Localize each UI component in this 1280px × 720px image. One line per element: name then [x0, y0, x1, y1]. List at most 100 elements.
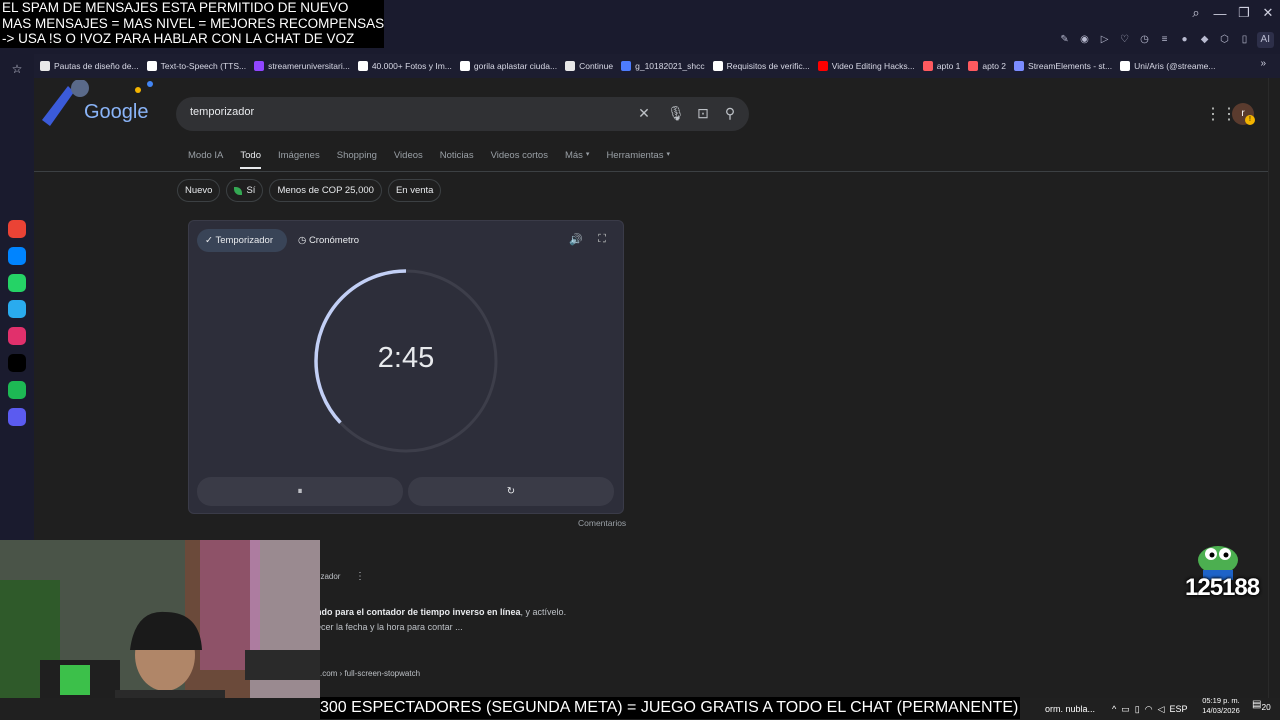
- clock-time: 05:19 p. m.: [1202, 696, 1240, 705]
- bookmark-item[interactable]: StreamElements - st...: [1014, 61, 1112, 71]
- notification-icon[interactable]: ▤20: [1252, 699, 1271, 712]
- bookmark-item[interactable]: Continue: [565, 61, 613, 71]
- tab-herramientas[interactable]: Herramientas: [606, 150, 663, 169]
- dropdown-caret-icon: ▾: [585, 151, 590, 158]
- bookmark-label: Requisitos de verific...: [726, 61, 810, 71]
- lens-icon[interactable]: ⊡: [693, 103, 713, 123]
- language-indicator[interactable]: ESP: [1169, 704, 1187, 714]
- bookmark-item[interactable]: Uni/Aris (@streame...: [1120, 61, 1216, 71]
- ai-button[interactable]: AI: [1256, 32, 1274, 48]
- wifi-icon[interactable]: ◠: [1145, 704, 1153, 715]
- sidebar-icon[interactable]: ▯: [1237, 32, 1253, 48]
- pause-button[interactable]: ⏸: [197, 477, 403, 506]
- profile-icon[interactable]: ●: [1177, 32, 1193, 48]
- fullscreen-icon[interactable]: ⛶: [595, 233, 609, 247]
- battery-icon[interactable]: ▯: [1135, 704, 1140, 715]
- airbnb-icon: [968, 61, 979, 71]
- whatsapp-icon[interactable]: [8, 273, 26, 292]
- filter-chip-label: Nuevo: [185, 185, 213, 196]
- star-icon[interactable]: ☆: [8, 60, 26, 78]
- heart-icon[interactable]: ♡: [1117, 32, 1133, 48]
- x-icon[interactable]: [8, 354, 26, 372]
- bookmark-item[interactable]: Text-to-Speech (TTS...: [146, 61, 246, 71]
- airbnb-icon: [922, 61, 933, 71]
- chevron-right-icon[interactable]: »: [1260, 58, 1266, 69]
- taskbar-clock[interactable]: 05:19 p. m. 14/03/2026: [1198, 696, 1244, 716]
- minimize-icon[interactable]: —: [1208, 6, 1232, 21]
- volume-icon[interactable]: ◁: [1158, 704, 1165, 715]
- instagram-icon[interactable]: [8, 327, 26, 346]
- result-url[interactable]: .com › full-screen-stopwatch: [320, 669, 420, 678]
- tab-noticias[interactable]: Noticias: [440, 150, 474, 169]
- reset-button[interactable]: ↻: [408, 477, 614, 506]
- filter-chip[interactable]: En venta: [387, 179, 442, 202]
- scrollbar[interactable]: [1268, 78, 1280, 698]
- more-options-icon[interactable]: ⋮: [355, 571, 365, 582]
- filter-chip[interactable]: Nuevo: [177, 179, 221, 202]
- bookmark-item[interactable]: Video Editing Hacks...: [817, 61, 915, 71]
- doc-icon: [565, 61, 576, 71]
- gmail-icon[interactable]: [8, 220, 26, 238]
- bookmark-item[interactable]: apto 2: [968, 61, 1006, 71]
- result-snippet: ndo para el contador de tiempo inverso e…: [316, 607, 566, 617]
- bookmark-item[interactable]: Requisitos de verific...: [712, 61, 810, 71]
- edit-icon[interactable]: ✎: [1057, 32, 1073, 48]
- play-icon[interactable]: ▷: [1097, 32, 1113, 48]
- bookmark-item[interactable]: apto 1: [922, 61, 961, 71]
- tab-shopping[interactable]: Shopping: [337, 150, 377, 169]
- bookmark-item[interactable]: streameruniversitari...: [254, 61, 350, 71]
- google-doodle-logo[interactable]: Google: [38, 80, 158, 130]
- tab-imágenes[interactable]: Imágenes: [278, 150, 320, 169]
- bookmark-item[interactable]: 40.000+ Fotos y Im...: [357, 61, 452, 71]
- extension-icon[interactable]: ◆: [1197, 32, 1213, 48]
- search-input[interactable]: temporizador: [190, 106, 254, 118]
- bookmark-label: 40.000+ Fotos y Im...: [371, 61, 452, 71]
- restore-icon[interactable]: ❐: [1232, 5, 1256, 21]
- tab-más[interactable]: Más: [565, 150, 583, 169]
- cube-icon[interactable]: ⬡: [1217, 32, 1233, 48]
- tab-temporizador[interactable]: ✓ Temporizador: [197, 229, 287, 252]
- clear-icon[interactable]: ✕: [634, 103, 654, 123]
- google-icon: [459, 61, 470, 71]
- camera-icon[interactable]: ◉: [1077, 32, 1093, 48]
- microphone-icon[interactable]: 🎙: [666, 103, 686, 123]
- blue-icon: [621, 61, 632, 71]
- menu-icon[interactable]: ≡: [1157, 32, 1173, 48]
- bookmark-item[interactable]: gorila aplastar ciuda...: [459, 61, 557, 71]
- youtube-icon: [817, 61, 828, 71]
- messenger-icon[interactable]: [8, 246, 26, 265]
- history-icon[interactable]: ◷: [1137, 32, 1153, 48]
- filter-chip[interactable]: Sí: [226, 179, 264, 202]
- stream-goal-banner: 300 ESPECTADORES (SEGUNDA META) = JUEGO …: [320, 697, 1021, 719]
- tab-videos[interactable]: Videos: [394, 150, 423, 169]
- network-icon[interactable]: ▭: [1121, 704, 1130, 715]
- system-tray: ^ ▭ ▯ ◠ ◁ ESP: [1112, 700, 1188, 718]
- feedback-link[interactable]: Comentarios: [578, 518, 626, 528]
- tab-cronometro[interactable]: ◷ Cronómetro: [298, 229, 359, 252]
- overlay-line: MAS MENSAJES = MAS NIVEL = MEJORES RECOM…: [2, 15, 385, 31]
- overlay-line: EL SPAM DE MENSAJES ESTA PERMITIDO DE NU…: [2, 0, 349, 15]
- dropdown-caret-icon: ▾: [666, 151, 670, 158]
- tab-modo-ia[interactable]: Modo IA: [188, 150, 223, 169]
- weather-widget[interactable]: orm. nubla...: [1045, 700, 1095, 718]
- tab-todo[interactable]: Todo: [240, 150, 261, 169]
- close-icon[interactable]: ✕: [1256, 5, 1280, 21]
- bookmark-label: apto 1: [936, 61, 961, 71]
- filter-chips: Nuevo Sí Menos de COP 25,000 En venta: [177, 179, 442, 202]
- chevron-up-icon[interactable]: ^: [1112, 704, 1116, 714]
- result-snippet-line2: ecer la fecha y la hora para contar ...: [316, 622, 463, 632]
- bookmark-item[interactable]: Pautas de diseño de...: [40, 61, 139, 71]
- sound-icon[interactable]: 🔊: [569, 233, 583, 247]
- spotify-icon[interactable]: [8, 380, 26, 399]
- filter-chip-label: Sí: [246, 185, 256, 196]
- tab-videos-cortos[interactable]: Videos cortos: [491, 150, 548, 169]
- bookmark-label: Continue: [579, 61, 614, 71]
- search-icon[interactable]: ⚲: [720, 103, 740, 123]
- webcam-feed: [0, 540, 320, 720]
- search-bar[interactable]: [176, 97, 749, 131]
- search-icon[interactable]: ⌕: [1184, 5, 1208, 21]
- telegram-icon[interactable]: [8, 300, 26, 319]
- bookmark-item[interactable]: g_10182021_shcc: [621, 61, 705, 71]
- player-icon[interactable]: [8, 407, 26, 426]
- filter-chip[interactable]: Menos de COP 25,000: [269, 179, 382, 202]
